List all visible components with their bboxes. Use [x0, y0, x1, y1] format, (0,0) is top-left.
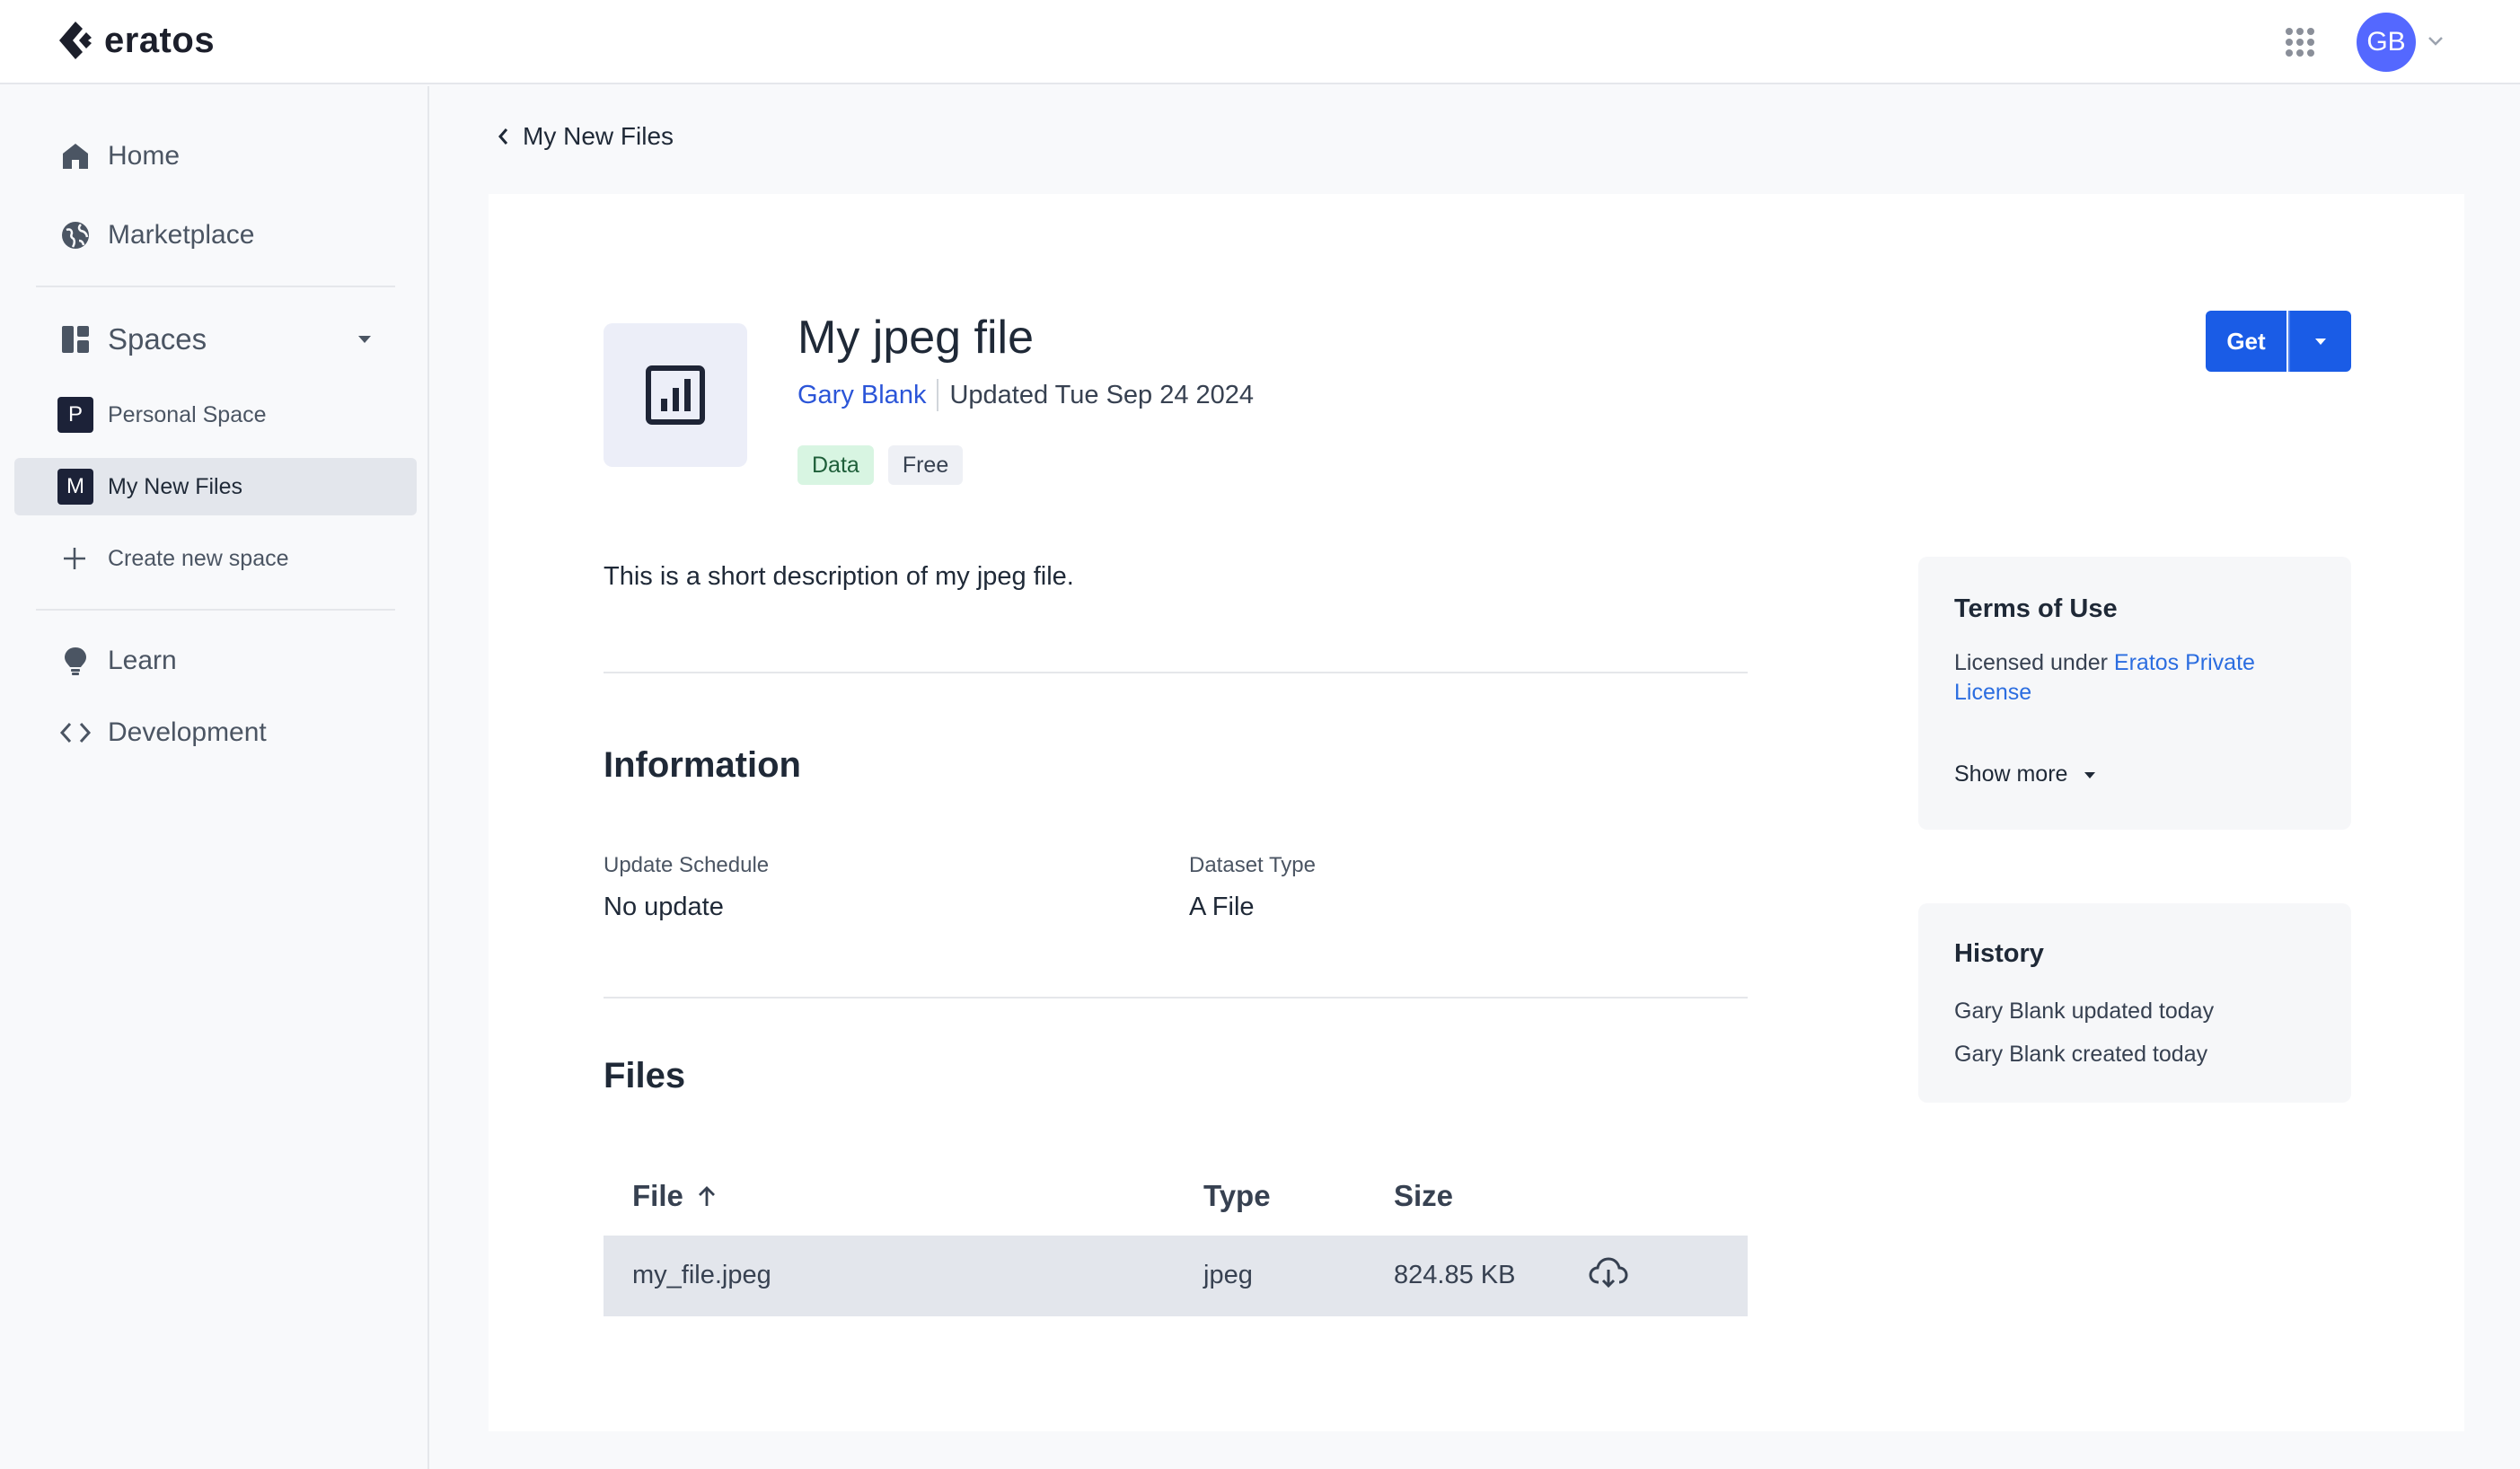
- sidebar-item-label: Home: [108, 141, 181, 171]
- spaces-dashboard-icon: [62, 326, 89, 353]
- user-avatar[interactable]: GB: [2357, 13, 2416, 72]
- history-entry: Gary Blank updated today: [1954, 998, 2215, 1024]
- author-link[interactable]: Gary Blank: [797, 381, 926, 410]
- lightbulb-icon: [65, 647, 86, 675]
- space-badge: M: [57, 469, 93, 505]
- show-more-label: Show more: [1954, 761, 2068, 787]
- sidebar-item-create-new-space[interactable]: Create new space: [14, 530, 417, 587]
- column-header-label: Size: [1394, 1179, 1454, 1212]
- sidebar-item-spaces[interactable]: Spaces: [14, 311, 417, 368]
- breadcrumb[interactable]: My New Files: [496, 122, 674, 151]
- home-icon: [63, 144, 88, 169]
- column-header-label: File: [632, 1179, 683, 1212]
- file-name-cell: my_file.jpeg: [632, 1261, 771, 1289]
- history-panel: History Gary Blank updated today Gary Bl…: [1918, 903, 2351, 1103]
- caret-down-icon[interactable]: [356, 334, 374, 345]
- tag-data: Data: [797, 445, 874, 485]
- sidebar-item-label: My New Files: [108, 473, 243, 499]
- resource-meta: Gary Blank Updated Tue Sep 24 2024: [797, 379, 1254, 411]
- sidebar: Home Marketplace Spaces P Personal Space…: [0, 86, 429, 1469]
- plus-icon: [64, 548, 85, 569]
- meta-separator: [937, 379, 939, 411]
- get-dropdown-button[interactable]: [2288, 311, 2351, 372]
- column-header-size[interactable]: Size: [1394, 1179, 1453, 1213]
- sidebar-item-home[interactable]: Home: [14, 128, 417, 185]
- breadcrumb-back-link[interactable]: My New Files: [523, 122, 674, 151]
- logo-text: eratos: [104, 20, 216, 60]
- information-heading: Information: [604, 745, 801, 785]
- eratos-logo-icon: [59, 22, 92, 59]
- column-header-file[interactable]: File: [632, 1179, 718, 1213]
- table-row[interactable]: my_file.jpeg jpeg 824.85 KB: [604, 1236, 1748, 1316]
- license-text: Licensed under Eratos Private License: [1954, 648, 2331, 708]
- cloud-download-icon[interactable]: [1588, 1255, 1629, 1291]
- sidebar-item-personal-space[interactable]: P Personal Space: [14, 386, 417, 444]
- dataset-type-label: Dataset Type: [1189, 853, 1316, 877]
- sidebar-divider: [36, 609, 395, 611]
- sidebar-item-marketplace[interactable]: Marketplace: [14, 207, 417, 264]
- column-header-label: Type: [1203, 1179, 1271, 1212]
- column-header-type[interactable]: Type: [1203, 1179, 1271, 1213]
- update-schedule-value: No update: [604, 893, 724, 921]
- top-bar: eratos GB: [0, 0, 2520, 84]
- section-divider: [604, 672, 1748, 673]
- tag-free: Free: [887, 445, 964, 485]
- resource-thumbnail: [604, 323, 747, 467]
- history-heading: History: [1954, 939, 2044, 968]
- chevron-left-icon: [498, 128, 508, 145]
- sidebar-item-development[interactable]: Development: [14, 704, 417, 761]
- file-type-cell: jpeg: [1203, 1261, 1253, 1289]
- eratos-logo[interactable]: eratos: [56, 20, 215, 61]
- section-divider: [604, 997, 1748, 998]
- sidebar-item-label: Marketplace: [108, 220, 255, 250]
- space-badge: P: [57, 397, 93, 433]
- sidebar-item-label: Development: [108, 717, 267, 747]
- license-prefix: Licensed under: [1954, 650, 2108, 675]
- sidebar-item-learn[interactable]: Learn: [14, 632, 417, 690]
- sort-ascending-icon: [698, 1186, 715, 1206]
- updated-date: Updated Tue Sep 24 2024: [949, 380, 1255, 409]
- resource-card: My jpeg file Gary Blank Updated Tue Sep …: [489, 194, 2464, 1431]
- show-more-toggle[interactable]: Show more: [1954, 761, 2098, 787]
- sidebar-divider: [36, 286, 395, 287]
- sidebar-item-my-new-files[interactable]: M My New Files: [14, 458, 417, 515]
- sidebar-item-label: Create new space: [108, 545, 289, 571]
- file-size-cell: 824.85 KB: [1394, 1261, 1516, 1289]
- resource-description: This is a short description of my jpeg f…: [604, 562, 1074, 591]
- dataset-type-value: A File: [1189, 893, 1255, 921]
- get-button[interactable]: Get: [2206, 311, 2287, 372]
- apps-grid-icon[interactable]: [2285, 27, 2315, 57]
- chart-icon: [646, 365, 705, 425]
- sidebar-item-label: Spaces: [108, 322, 207, 356]
- caret-down-icon: [2084, 771, 2096, 778]
- sidebar-item-label: Learn: [108, 646, 177, 675]
- resource-title: My jpeg file: [797, 312, 1034, 364]
- history-entry: Gary Blank created today: [1954, 1042, 2208, 1067]
- terms-of-use-panel: Terms of Use Licensed under Eratos Priva…: [1918, 557, 2351, 830]
- chevron-down-icon[interactable]: [2427, 34, 2445, 47]
- tag-list: Data Free: [797, 445, 977, 485]
- sidebar-item-label: Personal Space: [108, 401, 267, 427]
- terms-heading: Terms of Use: [1954, 594, 2118, 623]
- caret-down-icon: [2315, 339, 2326, 345]
- update-schedule-label: Update Schedule: [604, 853, 770, 877]
- files-heading: Files: [604, 1056, 686, 1095]
- globe-icon: [62, 222, 89, 249]
- code-icon: [59, 722, 92, 743]
